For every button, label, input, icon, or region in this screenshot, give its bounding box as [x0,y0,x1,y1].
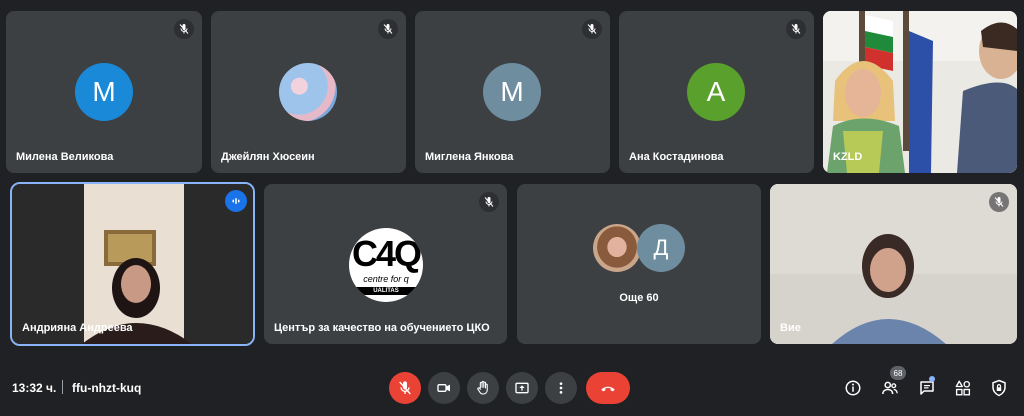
more-options-button[interactable] [545,372,577,404]
participant-tile[interactable]: C4Q centre for q UALITAS Център за качес… [264,184,507,344]
mic-off-icon [378,19,398,39]
participant-name: Вие [780,322,801,334]
participant-name: Джейлян Хюсеин [221,151,315,163]
avatar: Д [637,224,685,272]
mic-off-icon [786,19,806,39]
logo-sub-text: centre for q [363,274,409,284]
mic-off-icon [174,19,194,39]
bottom-toolbar: 13:32 ч. ffu-nhzt-kuq 68 [0,364,1024,416]
toggle-camera-button[interactable] [428,372,460,404]
raise-hand-button[interactable] [467,372,499,404]
self-video-tile[interactable]: Вие [770,184,1017,344]
people-count-badge: 68 [890,366,906,380]
present-icon [515,382,529,394]
organization-logo: C4Q centre for q UALITAS [349,228,423,302]
mic-off-icon [989,192,1009,212]
info-icon [845,380,861,396]
meeting-code: ffu-nhzt-kuq [72,381,142,395]
chat-button[interactable] [915,376,939,400]
hand-icon [477,380,488,395]
mic-off-icon [479,192,499,212]
mic-off-icon [582,19,602,39]
participant-video-tile[interactable]: Андрияна Андреева [10,182,255,346]
meeting-time: 13:32 ч. [12,381,57,395]
logo-bottom-text: UALITAS [349,287,423,295]
speaking-indicator-icon [225,190,247,212]
avatar-photo [279,63,337,121]
video-feed [823,11,1017,173]
avatar-photo [593,224,641,272]
activities-icon [955,380,971,396]
camera-icon [437,384,450,392]
unread-indicator [929,376,935,382]
activities-button[interactable] [951,376,975,400]
participant-tile[interactable]: Джейлян Хюсеин [211,11,406,173]
more-participants-tile[interactable]: Д Още 60 [517,184,761,344]
hang-up-icon [601,386,615,392]
participant-name: Милена Великова [16,151,114,163]
participant-name: KZLD [833,151,863,163]
mic-off-icon [399,381,411,395]
leave-call-button[interactable] [586,372,630,404]
avatar: M [483,63,541,121]
participant-tile[interactable]: M Миглена Янкова [415,11,610,173]
participant-name: Миглена Янкова [425,151,514,163]
people-icon [882,381,898,395]
more-vert-icon [559,382,563,394]
video-feed [770,184,1017,344]
video-feed [12,184,253,344]
present-screen-button[interactable] [506,372,538,404]
participant-tile[interactable]: A Ана Костадинова [619,11,814,173]
participant-name: Център за качество на обучението ЦКО [274,322,490,334]
logo-main-text: C4Q [351,233,422,274]
divider [62,380,63,394]
avatar: M [75,63,133,121]
shield-lock-icon [992,379,1006,397]
avatar: A [687,63,745,121]
participant-name: Андрияна Андреева [22,322,133,334]
host-controls-button[interactable] [987,376,1011,400]
toggle-microphone-button[interactable] [389,372,421,404]
meeting-details-button[interactable] [841,376,865,400]
participant-name: Ана Костадинова [629,151,724,163]
participant-video-tile[interactable]: KZLD [823,11,1017,173]
participant-tile[interactable]: M Милена Великова [6,11,202,173]
more-participants-label: Още 60 [619,292,659,304]
